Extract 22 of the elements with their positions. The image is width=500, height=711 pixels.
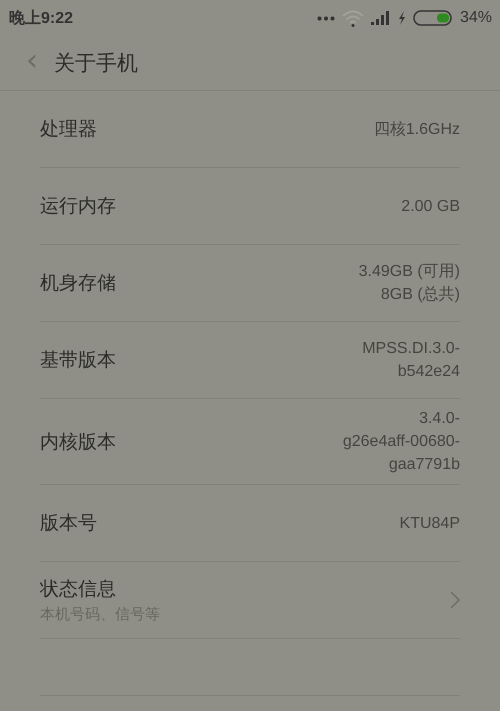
battery-percent: 34% [460, 9, 492, 27]
row-value: MPSS.DI.3.0- b542e24 [362, 339, 460, 382]
row-label: 基带版本 [40, 348, 116, 373]
status-time: 晚上9:22 [9, 8, 74, 28]
row-value: KTU84P [400, 514, 460, 534]
row-label: 运行内存 [40, 194, 116, 219]
wifi-icon [342, 10, 364, 26]
row-value: 3.49GB (可用) 8GB (总共) [358, 262, 460, 305]
row-label: 处理器 [40, 117, 97, 142]
more-dots-icon [316, 16, 335, 20]
page-title: 关于手机 [54, 50, 138, 77]
row-label: 版本号 [40, 511, 97, 536]
row-value: 四核1.6GHz [374, 120, 460, 140]
row-label: 内核版本 [40, 430, 116, 454]
chevron-right-icon[interactable] [450, 591, 460, 609]
row-label[interactable]: 状态信息 [40, 576, 160, 602]
row-value: 2.00 GB [401, 196, 460, 216]
row-value: 3.4.0- g26e4aff-00680- gaa7791b [342, 409, 460, 475]
charging-bolt-icon [398, 11, 406, 25]
battery-icon [412, 10, 453, 26]
row-label: 机身存储 [40, 271, 116, 296]
signal-icon [370, 11, 391, 25]
